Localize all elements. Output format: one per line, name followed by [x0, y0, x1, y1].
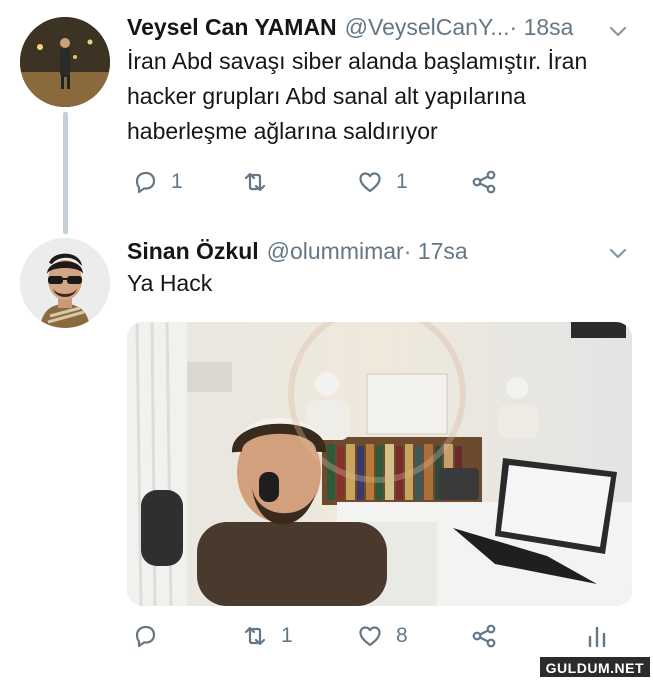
- tweet-media-image[interactable]: [127, 322, 632, 606]
- retweet-count: 1: [281, 624, 293, 647]
- tweet-text: İran Abd savaşı siber alanda başlamıştır…: [127, 48, 588, 144]
- like-icon: [356, 168, 384, 196]
- tweet-text: Ya Hack: [127, 270, 213, 296]
- share-icon: [470, 168, 498, 196]
- author-handle[interactable]: @VeyselCanY...: [345, 14, 510, 41]
- retweet-icon: [241, 622, 269, 650]
- tweet-timestamp[interactable]: · 18sa: [510, 14, 574, 41]
- tweet-actions: 1 8: [127, 622, 627, 658]
- reply-button[interactable]: 1: [131, 168, 183, 196]
- retweet-button[interactable]: 1: [241, 622, 293, 650]
- reply-icon: [131, 168, 159, 196]
- author-name[interactable]: Veysel Can YAMAN: [127, 14, 337, 41]
- chevron-down-icon[interactable]: [607, 20, 629, 42]
- tweet-header: Veysel Can YAMAN @VeyselCanY... · 18sa: [127, 14, 573, 41]
- chevron-down-icon[interactable]: [607, 242, 629, 264]
- retweet-icon: [241, 168, 269, 196]
- reply-button[interactable]: [131, 622, 171, 650]
- like-button[interactable]: 1: [356, 168, 408, 196]
- like-count: 8: [396, 624, 408, 647]
- retweet-button[interactable]: [241, 168, 281, 196]
- reply-count: 1: [171, 170, 183, 193]
- analytics-button[interactable]: [583, 622, 611, 650]
- author-name[interactable]: Sinan Özkul: [127, 238, 259, 265]
- avatar[interactable]: [20, 17, 110, 107]
- share-button[interactable]: [470, 622, 498, 650]
- share-button[interactable]: [470, 168, 498, 196]
- like-count: 1: [396, 170, 408, 193]
- thread-connector-line: [63, 112, 68, 234]
- author-handle[interactable]: @olummimar: [267, 238, 404, 265]
- avatar[interactable]: [20, 238, 110, 328]
- tweet-header: Sinan Özkul @olummimar · 17sa: [127, 238, 468, 265]
- like-button[interactable]: 8: [356, 622, 408, 650]
- analytics-icon: [583, 622, 611, 650]
- reply-icon: [131, 622, 159, 650]
- share-icon: [470, 622, 498, 650]
- tweet-actions: 1 1: [127, 168, 627, 204]
- tweet-timestamp[interactable]: · 17sa: [404, 238, 468, 265]
- site-watermark: GULDUM.NET: [538, 656, 651, 678]
- like-icon: [356, 622, 384, 650]
